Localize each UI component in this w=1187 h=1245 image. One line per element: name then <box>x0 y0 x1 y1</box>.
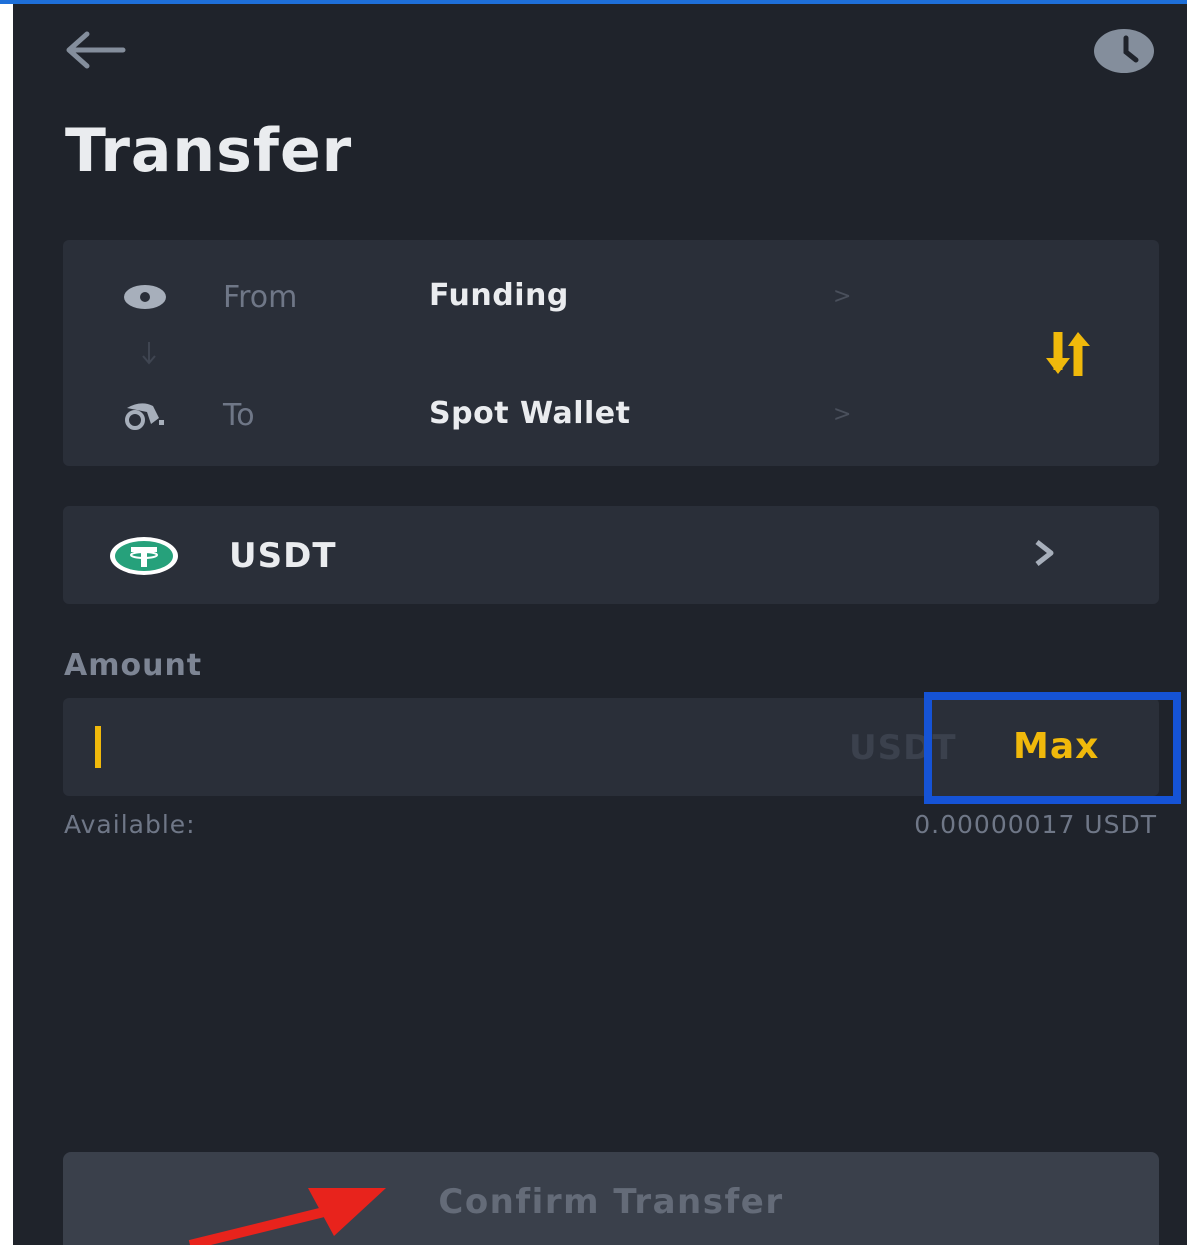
page-title: Transfer <box>65 116 353 186</box>
to-label: To <box>223 398 255 433</box>
eye-icon <box>124 285 166 309</box>
highlight-box <box>924 692 1181 804</box>
back-arrow-icon[interactable] <box>61 30 127 70</box>
from-chevron-icon[interactable]: > <box>833 284 851 309</box>
coin-selector[interactable]: USDT <box>63 506 1159 604</box>
down-arrow-icon <box>142 342 156 365</box>
from-value[interactable]: Funding <box>429 278 569 313</box>
to-chevron-icon[interactable]: > <box>833 402 851 427</box>
from-label: From <box>223 280 298 315</box>
available-value: 0.00000017 USDT <box>914 810 1157 839</box>
swap-vertical-icon[interactable] <box>1038 330 1098 378</box>
annotation-arrow-icon <box>188 1188 386 1245</box>
clock-icon[interactable] <box>1093 28 1155 74</box>
to-value[interactable]: Spot Wallet <box>429 396 631 431</box>
transfer-accounts-card: From Funding > To Spot Wallet > <box>63 240 1159 466</box>
coin-name: USDT <box>229 536 337 576</box>
tether-icon <box>110 537 178 575</box>
amount-label: Amount <box>64 648 203 683</box>
text-caret <box>95 726 101 768</box>
wallet-icon <box>125 403 164 430</box>
transfer-screen: Transfer From Funding > To Spot Wallet > <box>13 4 1187 1245</box>
available-label: Available: <box>64 810 196 839</box>
chevron-right-icon[interactable] <box>1033 536 1057 570</box>
